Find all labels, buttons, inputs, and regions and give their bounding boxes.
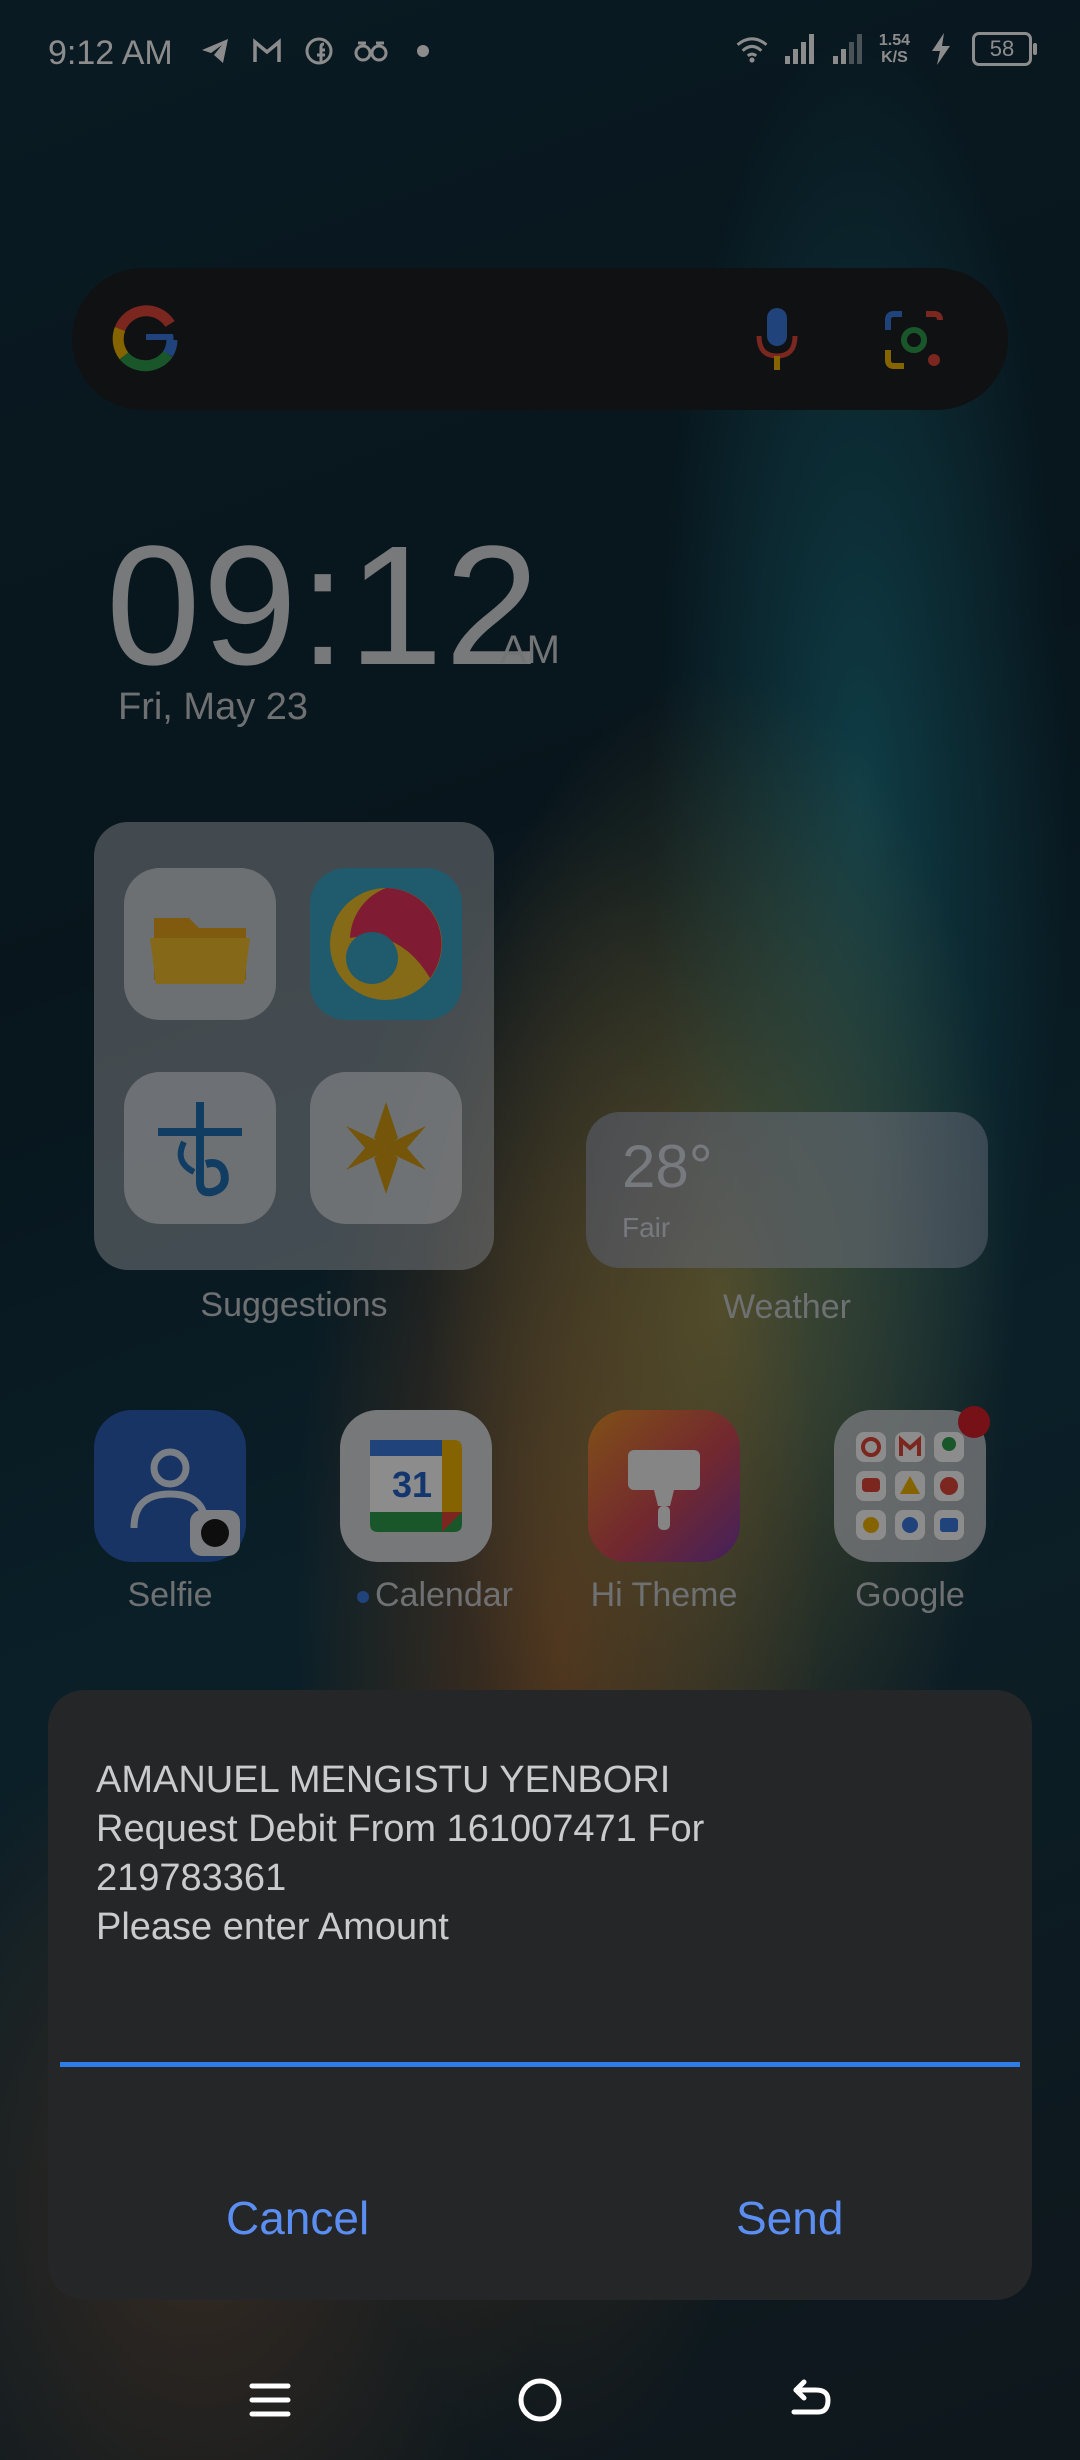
input-underline <box>60 2062 1020 2067</box>
home-icon[interactable] <box>508 2368 572 2432</box>
dialog-message: AMANUEL MENGISTU YENBORI Request Debit F… <box>96 1756 976 1952</box>
dialog-message-line-4: Please enter Amount <box>96 1906 449 1948</box>
navigation-bar <box>0 2340 1080 2460</box>
amount-input[interactable] <box>96 1990 980 2052</box>
menu-icon[interactable] <box>238 2368 302 2432</box>
cancel-button[interactable]: Cancel <box>220 2190 375 2246</box>
dialog-message-line-3: 219783361 <box>96 1857 287 1899</box>
dialog-message-line-2: Request Debit From 161007471 For <box>96 1808 705 1850</box>
back-icon[interactable] <box>778 2368 842 2432</box>
ussd-dialog: AMANUEL MENGISTU YENBORI Request Debit F… <box>48 1690 1032 2300</box>
send-button[interactable]: Send <box>730 2190 849 2246</box>
dialog-message-line-1: AMANUEL MENGISTU YENBORI <box>96 1759 671 1801</box>
